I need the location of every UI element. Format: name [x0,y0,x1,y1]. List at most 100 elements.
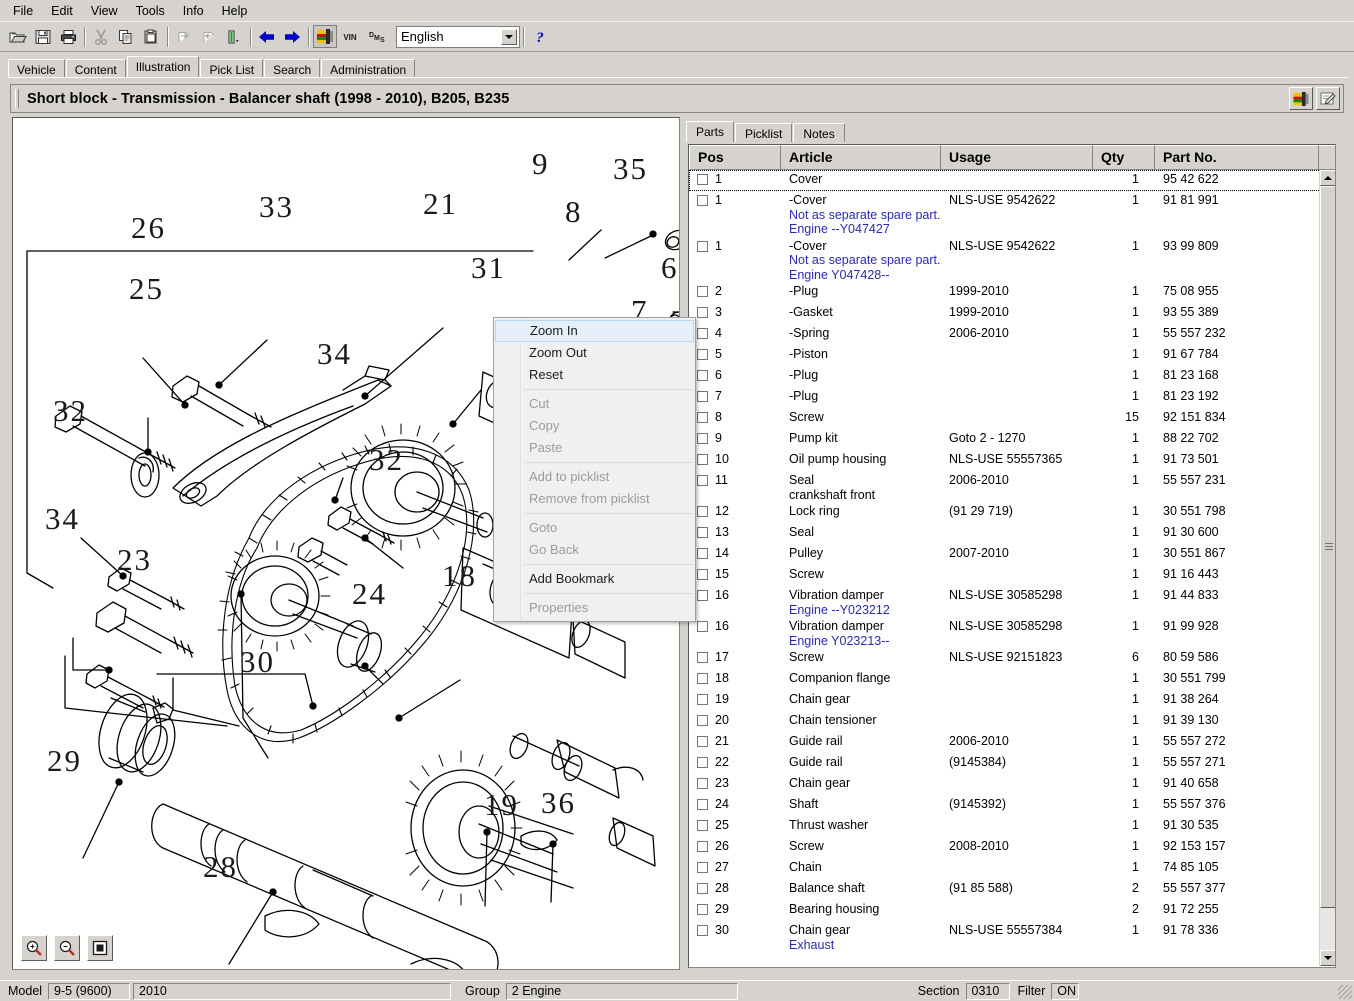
row-checkbox[interactable] [697,240,708,252]
row-checkbox[interactable] [697,412,708,423]
table-row[interactable]: 6 -Plug 1 81 23 168 [689,366,1321,387]
menu-item-edit[interactable]: Edit [42,2,82,20]
table-row[interactable]: 1 -Cover Not as separate spare part. Engine… [689,237,1321,283]
article-note[interactable]: Engine --Y023212 [789,603,941,618]
row-checkbox[interactable] [697,862,708,873]
table-row[interactable]: 11 Seal crankshaft front 2006-2010 1 55 557 2… [689,471,1321,502]
row-checkbox[interactable] [697,799,708,810]
tab-parts[interactable]: Parts [686,121,735,142]
exit-door-icon[interactable] [1289,87,1313,110]
column-icon[interactable] [222,25,246,48]
resize-grip-icon[interactable] [1338,985,1352,999]
article-note[interactable]: Exhaust [789,938,941,953]
row-checkbox[interactable] [697,195,708,206]
row-checkbox[interactable] [697,433,708,444]
row-checkbox[interactable] [697,883,708,894]
row-checkbox[interactable] [697,328,708,339]
column-header-article[interactable]: Article [781,145,941,170]
row-checkbox[interactable] [697,454,708,465]
row-checkbox[interactable] [697,370,708,381]
table-row[interactable]: 7 -Plug 1 81 23 192 [689,387,1321,408]
article-note[interactable]: Engine --Y047427 [789,222,941,237]
table-row[interactable]: 14 Pulley 2007-2010 1 30 551 867 [689,544,1321,565]
table-row[interactable]: 2 -Plug 1999-2010 1 75 08 955 [689,282,1321,303]
row-checkbox[interactable] [697,590,708,601]
context-menu-item-reset[interactable]: Reset [494,364,695,386]
column-header-usage[interactable]: Usage [941,145,1093,170]
table-row[interactable]: 24 Shaft (9145392) 1 55 557 376 [689,795,1321,816]
save-icon[interactable] [31,25,55,48]
table-row[interactable]: 18 Companion flange 1 30 551 799 [689,669,1321,690]
tab-notes[interactable]: Notes [793,123,845,142]
row-checkbox[interactable] [697,778,708,789]
row-checkbox[interactable] [697,925,708,936]
table-row[interactable]: 21 Guide rail 2006-2010 1 55 557 272 [689,732,1321,753]
row-checkbox[interactable] [697,652,708,663]
tab-picklist[interactable]: Picklist [735,123,793,142]
tab-administration[interactable]: Administration [321,59,416,78]
context-menu-item-add-bookmark[interactable]: Add Bookmark [494,568,695,590]
row-checkbox[interactable] [697,621,708,632]
row-checkbox[interactable] [697,715,708,726]
vin-icon[interactable]: VIN [338,25,362,48]
context-menu-item-zoom-out[interactable]: Zoom Out [494,342,695,364]
article-note[interactable]: Engine Y047428-- [789,268,941,283]
tab-illustration[interactable]: Illustration [126,56,200,78]
table-row[interactable]: 26 Screw 2008-2010 1 92 153 157 [689,837,1321,858]
row-checkbox[interactable] [697,349,708,360]
table-row[interactable]: 1 -Cover Not as separate spare part. Engine… [689,191,1321,237]
table-row[interactable]: 3 -Gasket 1999-2010 1 93 55 389 [689,303,1321,324]
column-header-pos[interactable]: Pos [689,145,781,170]
copy-icon[interactable] [114,25,138,48]
back-arrow-icon[interactable] [255,25,279,48]
open-icon[interactable] [6,25,30,48]
article-note[interactable]: Not as separate spare part. [789,253,941,268]
table-row[interactable]: 23 Chain gear 1 91 40 658 [689,774,1321,795]
row-checkbox[interactable] [697,527,708,538]
scrollbar-thumb[interactable] [1320,186,1335,908]
edit-note-icon[interactable] [1316,87,1340,110]
zoom-out-button[interactable] [54,935,80,961]
row-checkbox[interactable] [697,307,708,318]
column-header-qty[interactable]: Qty [1093,145,1155,170]
table-row[interactable]: 16 Vibration damper Engine Y023213-- NLS-US… [689,617,1321,648]
illustration-context-menu[interactable]: Zoom In Zoom Out Reset Cut Copy Paste Add to p… [493,317,696,622]
table-row[interactable]: 4 -Spring 2006-2010 1 55 557 232 [689,324,1321,345]
table-row[interactable]: 27 Chain 1 74 85 105 [689,858,1321,879]
row-checkbox[interactable] [697,548,708,559]
menu-item-tools[interactable]: Tools [127,2,174,20]
table-row[interactable]: 29 Bearing housing 2 91 72 255 [689,900,1321,921]
parts-table-scrollbar[interactable] [1319,170,1335,966]
tab-content[interactable]: Content [65,59,126,78]
table-row[interactable]: 9 Pump kit Goto 2 - 1270 1 88 22 702 [689,429,1321,450]
forward-arrow-icon[interactable] [280,25,304,48]
zoom-in-button[interactable] [21,935,47,961]
help-icon[interactable]: ? [528,25,552,48]
row-checkbox[interactable] [697,174,708,185]
row-checkbox[interactable] [697,736,708,747]
tab-pick-list[interactable]: Pick List [200,59,264,78]
scroll-up-button[interactable] [1320,170,1335,186]
row-checkbox[interactable] [697,694,708,705]
table-row[interactable]: 20 Chain tensioner 1 91 39 130 [689,711,1321,732]
table-row[interactable]: 8 Screw 15 92 151 834 [689,408,1321,429]
row-checkbox[interactable] [697,904,708,915]
paste-icon[interactable] [139,25,163,48]
table-row[interactable]: 5 -Piston 1 91 67 784 [689,345,1321,366]
table-row[interactable]: 10 Oil pump housing NLS-USE 55557365 1 91 73… [689,450,1321,471]
table-row[interactable]: 22 Guide rail (9145384) 1 55 557 271 [689,753,1321,774]
column-header-part-no[interactable]: Part No. [1155,145,1319,170]
article-note[interactable]: Engine Y023213-- [789,634,941,649]
dms-icon[interactable]: D M S [363,25,387,48]
exit-door-icon[interactable] [313,25,337,48]
table-row[interactable]: 16 Vibration damper Engine --Y023212 NLS-US… [689,586,1321,617]
scroll-down-button[interactable] [1320,950,1335,966]
table-row[interactable]: 25 Thrust washer 1 91 30 535 [689,816,1321,837]
row-checkbox[interactable] [697,569,708,580]
print-icon[interactable] [56,25,80,48]
table-row[interactable]: 19 Chain gear 1 91 38 264 [689,690,1321,711]
table-row[interactable]: 13 Seal 1 91 30 600 [689,523,1321,544]
row-checkbox[interactable] [697,673,708,684]
row-checkbox[interactable] [697,475,708,486]
row-checkbox[interactable] [697,286,708,297]
